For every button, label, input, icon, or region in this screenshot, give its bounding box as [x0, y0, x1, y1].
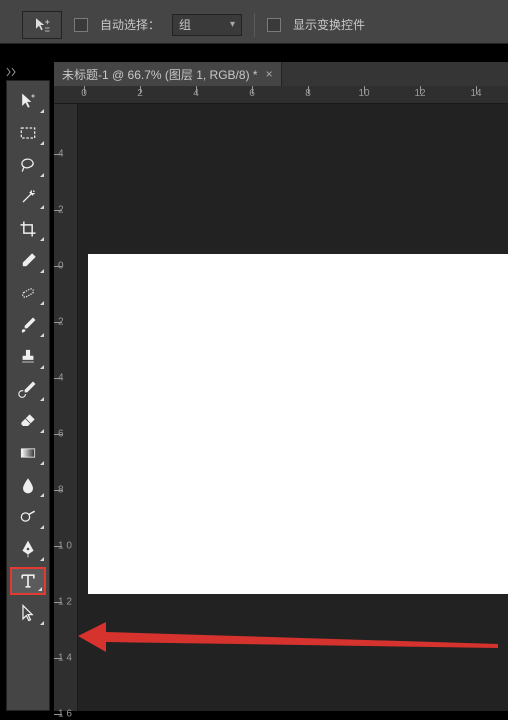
ruler-horizontal[interactable]: 024681012141	[54, 86, 508, 104]
healing-brush-tool[interactable]	[10, 279, 46, 307]
brush-icon	[18, 315, 38, 335]
bandage-icon	[18, 283, 38, 303]
tools-panel	[6, 80, 50, 711]
dodge-tool[interactable]	[10, 503, 46, 531]
brush-tool[interactable]	[10, 311, 46, 339]
document-tab-bar: 未标题-1 @ 66.7% (图层 1, RGB/8) * ×	[54, 62, 508, 86]
wand-icon	[18, 187, 38, 207]
rectangular-marquee-tool[interactable]	[10, 119, 46, 147]
ruler-v-label: 4	[58, 149, 64, 160]
ruler-v-label: 4	[58, 373, 64, 384]
ruler-h-label: 10	[358, 88, 369, 99]
crop-tool[interactable]	[10, 215, 46, 243]
ruler-h-label: 6	[249, 88, 255, 99]
ruler-v-label: 1 4	[58, 653, 72, 664]
auto-select-checkbox[interactable]	[74, 18, 88, 32]
gradient-tool[interactable]	[10, 439, 46, 467]
blur-tool[interactable]	[10, 471, 46, 499]
pen-icon	[18, 539, 38, 559]
eyedropper-icon	[18, 251, 38, 271]
double-chevron-icon	[6, 67, 20, 77]
options-bar: 自动选择： 组 ▾ 显示变换控件	[0, 6, 508, 44]
stamp-icon	[18, 347, 38, 367]
ruler-v-label: 1 0	[58, 541, 72, 552]
ruler-v-label: 0	[58, 261, 64, 272]
document-tab-title: 未标题-1 @ 66.7% (图层 1, RGB/8) *	[62, 66, 258, 83]
ruler-v-label: 2	[58, 317, 64, 328]
group-dropdown-value: 组	[179, 16, 191, 33]
path-selection-tool[interactable]	[10, 599, 46, 627]
move-icon	[18, 91, 38, 111]
close-icon[interactable]: ×	[266, 67, 273, 81]
ruler-v-label: 6	[58, 429, 64, 440]
magic-wand-tool[interactable]	[10, 183, 46, 211]
document-tab[interactable]: 未标题-1 @ 66.7% (图层 1, RGB/8) * ×	[54, 62, 282, 86]
show-transform-checkbox[interactable]	[267, 18, 281, 32]
history-brush-tool[interactable]	[10, 375, 46, 403]
ruler-h-label: 4	[193, 88, 199, 99]
move-tool[interactable]	[10, 87, 46, 115]
pen-tool[interactable]	[10, 535, 46, 563]
lasso-tool[interactable]	[10, 151, 46, 179]
lasso-icon	[18, 155, 38, 175]
clone-stamp-tool[interactable]	[10, 343, 46, 371]
history-brush-icon	[18, 379, 38, 399]
show-transform-label: 显示变换控件	[293, 16, 365, 33]
group-dropdown[interactable]: 组 ▾	[172, 14, 242, 36]
drop-icon	[18, 475, 38, 495]
move-icon	[33, 16, 51, 34]
ruler-v-label: 1 2	[58, 597, 72, 608]
ruler-h-label: 0	[81, 88, 87, 99]
eyedropper-tool[interactable]	[10, 247, 46, 275]
canvas-area[interactable]	[78, 104, 508, 711]
chevron-down-icon: ▾	[230, 19, 235, 30]
ruler-h-label: 12	[414, 88, 425, 99]
move-tool-indicator[interactable]	[22, 11, 62, 39]
gradient-icon	[18, 443, 38, 463]
separator	[254, 13, 255, 37]
ruler-h-label: 14	[470, 88, 481, 99]
auto-select-label: 自动选择：	[100, 16, 160, 33]
ruler-h-label: 8	[305, 88, 311, 99]
arrow-cursor-icon	[18, 603, 38, 623]
type-icon	[18, 571, 38, 591]
type-tool[interactable]	[10, 567, 46, 595]
ruler-v-label: 2	[58, 205, 64, 216]
ruler-vertical[interactable]: 42024681 01 21 41 6	[54, 104, 78, 711]
toolbar-collapse-toggle[interactable]	[6, 66, 20, 76]
ruler-h-label: 2	[137, 88, 143, 99]
marquee-icon	[18, 123, 38, 143]
eraser-icon	[18, 411, 38, 431]
crop-icon	[18, 219, 38, 239]
eraser-tool[interactable]	[10, 407, 46, 435]
document-canvas[interactable]	[88, 254, 508, 594]
dodge-icon	[18, 507, 38, 527]
ruler-v-label: 1 6	[58, 709, 72, 720]
ruler-v-label: 8	[58, 485, 64, 496]
